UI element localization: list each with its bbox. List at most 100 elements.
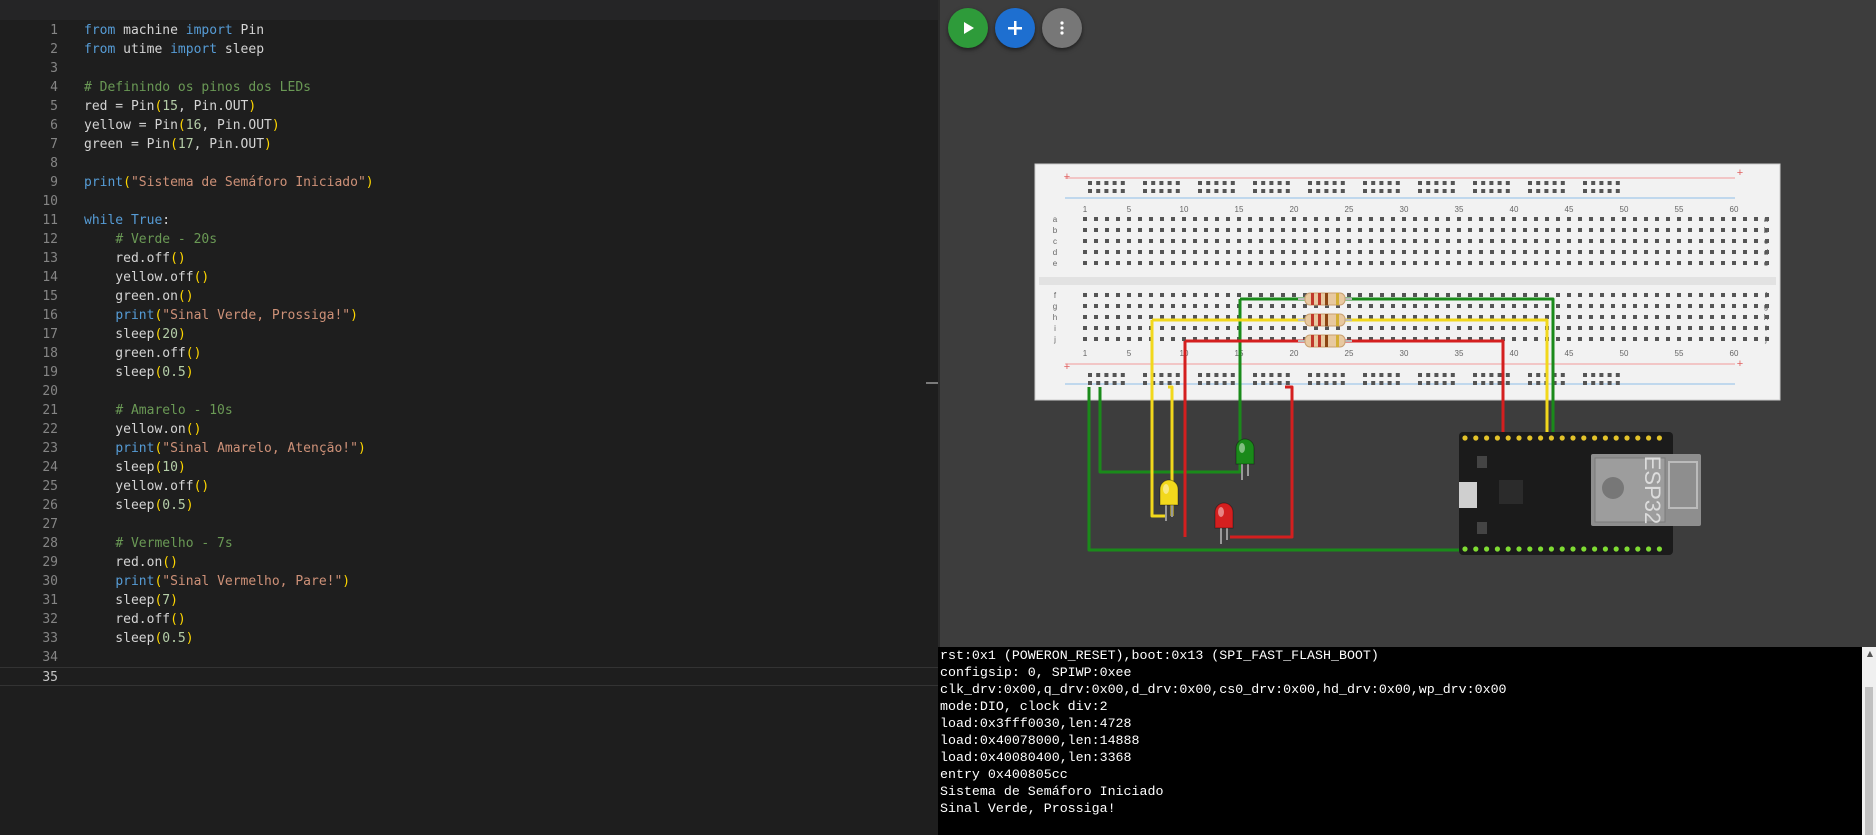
esp32-pin[interactable] <box>1538 546 1544 552</box>
boot-button[interactable] <box>1477 456 1487 468</box>
code-line[interactable]: 2 from utime import sleep <box>0 40 938 59</box>
green-led[interactable] <box>1235 438 1255 465</box>
esp32-pin[interactable] <box>1516 546 1522 552</box>
code-line[interactable]: 18 green.off() <box>0 344 938 363</box>
esp32-pin[interactable] <box>1538 435 1544 441</box>
code-line[interactable]: 21 # Amarelo - 10s <box>0 401 938 420</box>
esp32-pin[interactable] <box>1581 546 1587 552</box>
esp32-pin[interactable] <box>1624 435 1630 441</box>
usb-port[interactable] <box>1459 482 1477 508</box>
rail-hole <box>1528 373 1532 377</box>
esp32-pin[interactable] <box>1570 435 1576 441</box>
breadboard-hole <box>1380 239 1384 243</box>
code-line[interactable]: 17 sleep(20) <box>0 325 938 344</box>
esp32-pin[interactable] <box>1462 546 1468 552</box>
code-lines[interactable]: 1 from machine import Pin 2 from utime impo… <box>0 21 938 686</box>
esp32-pin[interactable] <box>1473 546 1479 552</box>
esp32-pin[interactable] <box>1656 435 1662 441</box>
code-line[interactable]: 12 # Verde - 20s <box>0 230 938 249</box>
code-line[interactable]: 22 yellow.on() <box>0 420 938 439</box>
code-line[interactable]: 25 yellow.off() <box>0 477 938 496</box>
esp32-pin[interactable] <box>1635 546 1641 552</box>
esp32-pin[interactable] <box>1646 435 1652 441</box>
esp32-pin[interactable] <box>1548 546 1554 552</box>
code-line[interactable]: 16 print("Sinal Verde, Prossiga!") <box>0 306 938 325</box>
code-line[interactable]: 34 <box>0 648 938 667</box>
esp32-pin[interactable] <box>1462 435 1468 441</box>
code-line[interactable]: 7 green = Pin(17, Pin.OUT) <box>0 135 938 154</box>
esp32-pin[interactable] <box>1484 546 1490 552</box>
esp32-pin[interactable] <box>1516 435 1522 441</box>
more-options-button[interactable] <box>1042 8 1082 48</box>
yellow-led[interactable] <box>1159 479 1179 506</box>
esp32-pin[interactable] <box>1527 546 1533 552</box>
code-line[interactable]: 1 from machine import Pin <box>0 21 938 40</box>
esp32-pin[interactable] <box>1559 546 1565 552</box>
esp32-pin[interactable] <box>1656 546 1662 552</box>
code-line[interactable]: 24 sleep(10) <box>0 458 938 477</box>
rail-hole <box>1363 181 1367 185</box>
simulation-panel[interactable]: + + + +1 1 5 5 10 10 15 15 20 20 25 25 30 30 35 35 40 40 45 45… <box>938 0 1876 647</box>
esp32-pin[interactable] <box>1602 546 1608 552</box>
esp32-pin[interactable] <box>1494 435 1500 441</box>
add-part-button[interactable] <box>995 8 1035 48</box>
code-line[interactable]: 8 <box>0 154 938 173</box>
editor-scroll-marker[interactable] <box>926 382 938 384</box>
line-number: 25 <box>42 479 58 494</box>
esp32-pin[interactable] <box>1624 546 1630 552</box>
code-line[interactable]: 29 red.on() <box>0 553 938 572</box>
code-line[interactable]: 26 sleep(0.5) <box>0 496 938 515</box>
code-line[interactable]: 31 sleep(7) <box>0 591 938 610</box>
breadboard-hole <box>1248 293 1252 297</box>
row-letter: a <box>1053 215 1058 224</box>
code-line[interactable]: 3 <box>0 59 938 78</box>
code-line[interactable]: 33 sleep(0.5) <box>0 629 938 648</box>
circuit-diagram[interactable]: + ++ +115510101515202025253030353540404545… <box>940 0 1876 647</box>
esp32-pin[interactable] <box>1592 546 1598 552</box>
esp32-pin[interactable] <box>1602 435 1608 441</box>
esp32-pin[interactable] <box>1646 546 1652 552</box>
code-line[interactable]: 10 <box>0 192 938 211</box>
esp32-pin[interactable] <box>1548 435 1554 441</box>
scroll-up-arrow-icon[interactable]: ▲ <box>1867 649 1873 658</box>
esp32-pin[interactable] <box>1570 546 1576 552</box>
serial-monitor[interactable]: rst:0x1 (POWERON_RESET),boot:0x13 (SPI_F… <box>938 647 1876 835</box>
code-line[interactable]: 4 # Definindo os pinos dos LEDs <box>0 78 938 97</box>
code-line[interactable]: 19 sleep(0.5) <box>0 363 938 382</box>
rail-hole <box>1277 381 1282 385</box>
esp32-pin[interactable] <box>1505 546 1511 552</box>
code-line[interactable]: 13 red.off() <box>0 249 938 268</box>
esp32-pin[interactable] <box>1484 435 1490 441</box>
esp32-pin[interactable] <box>1494 546 1500 552</box>
code-line[interactable]: 11 while True: <box>0 211 938 230</box>
code-line[interactable]: 5 red = Pin(15, Pin.OUT) <box>0 97 938 116</box>
code-line[interactable]: 6 yellow = Pin(16, Pin.OUT) <box>0 116 938 135</box>
code-line[interactable]: 35 <box>0 667 938 686</box>
code-line[interactable]: 32 red.off() <box>0 610 938 629</box>
esp32-pin[interactable] <box>1559 435 1565 441</box>
code-editor[interactable]: 1 from machine import Pin 2 from utime impo… <box>0 0 938 835</box>
esp32-pin[interactable] <box>1581 435 1587 441</box>
en-button[interactable] <box>1477 522 1487 534</box>
code-line[interactable]: 9 print("Sistema de Semáforo Iniciado") <box>0 173 938 192</box>
red-led[interactable] <box>1214 502 1234 529</box>
serial-scroll-thumb[interactable] <box>1865 687 1873 835</box>
esp32-pin[interactable] <box>1635 435 1641 441</box>
esp32-pin[interactable] <box>1613 435 1619 441</box>
ground-esp-wire[interactable] <box>1087 387 1465 552</box>
esp32-pin[interactable] <box>1473 435 1479 441</box>
start-simulation-button[interactable] <box>948 8 988 48</box>
breadboard-hole <box>1149 304 1153 308</box>
serial-scrollbar[interactable]: ▲ <box>1862 647 1876 835</box>
esp32-pin[interactable] <box>1592 435 1598 441</box>
code-line[interactable]: 20 <box>0 382 938 401</box>
code-line[interactable]: 27 <box>0 515 938 534</box>
code-line[interactable]: 15 green.on() <box>0 287 938 306</box>
esp32-pin[interactable] <box>1505 435 1511 441</box>
esp32-pin[interactable] <box>1613 546 1619 552</box>
code-line[interactable]: 28 # Vermelho - 7s <box>0 534 938 553</box>
code-line[interactable]: 30 print("Sinal Vermelho, Pare!") <box>0 572 938 591</box>
code-line[interactable]: 23 print("Sinal Amarelo, Atenção!") <box>0 439 938 458</box>
code-line[interactable]: 14 yellow.off() <box>0 268 938 287</box>
esp32-pin[interactable] <box>1527 435 1533 441</box>
